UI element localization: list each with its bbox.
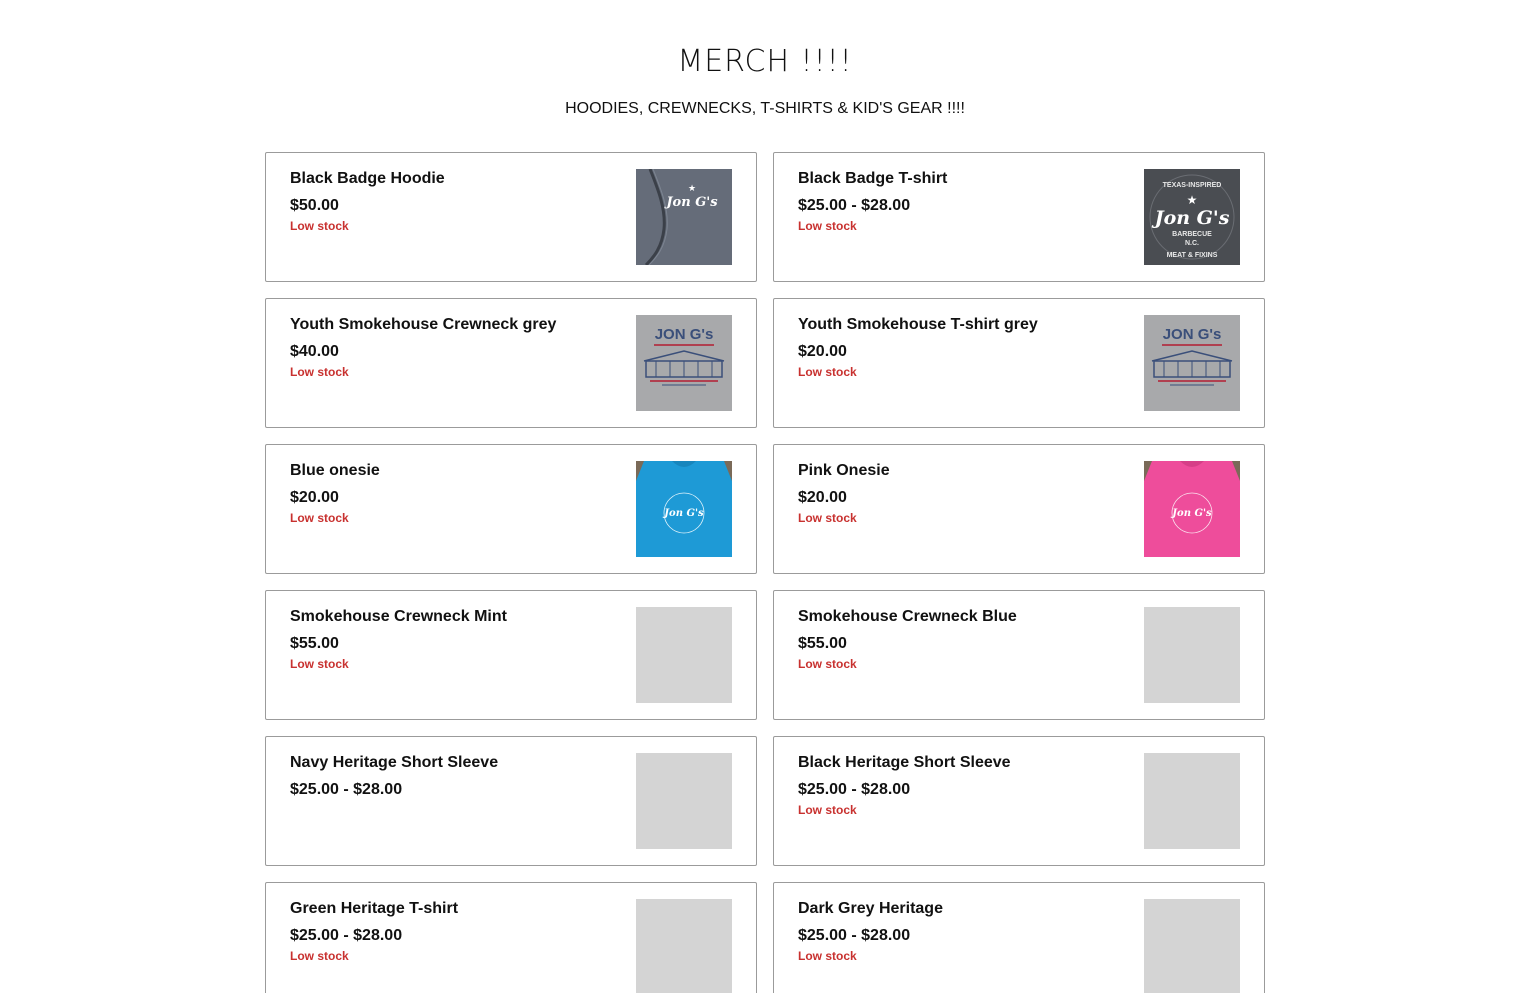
product-info: Black Badge T-shirt $25.00 - $28.00 Low … xyxy=(798,169,1138,234)
stock-badge: Low stock xyxy=(290,365,349,379)
product-card[interactable]: Dark Grey Heritage $25.00 - $28.00 Low s… xyxy=(773,882,1265,993)
product-info: Black Badge Hoodie $50.00 Low stock xyxy=(290,169,630,234)
merch-page: MERCH !!!! HOODIES, CREWNECKS, T-SHIRTS … xyxy=(0,0,1530,993)
image-placeholder[interactable] xyxy=(636,899,732,993)
product-price: $20.00 xyxy=(798,489,847,506)
product-price: $25.00 - $28.00 xyxy=(290,927,403,944)
smokehouse-print-icon: JON G's xyxy=(636,315,732,411)
stock-badge: Low stock xyxy=(798,219,857,233)
product-image[interactable]: Jon G's xyxy=(1144,461,1240,557)
product-card[interactable]: Green Heritage T-shirt $25.00 - $28.00 L… xyxy=(265,882,757,993)
product-image[interactable]: TEXAS-INSPIRED ★ Jon G's BARBECUE N.C. M… xyxy=(1144,169,1240,265)
pink-onesie-icon: Jon G's xyxy=(1144,461,1240,557)
product-price: $20.00 xyxy=(290,489,339,506)
smokehouse-print-icon: JON G's xyxy=(1144,315,1240,411)
hoodie-icon: ★ Jon G's xyxy=(636,169,732,265)
product-price: $25.00 - $28.00 xyxy=(798,927,911,944)
product-image[interactable]: ★ Jon G's xyxy=(636,169,732,265)
smokehouse-title-text: JON G's xyxy=(1163,326,1222,343)
product-price: $20.00 xyxy=(798,343,847,360)
stock-badge: Low stock xyxy=(290,219,349,233)
product-card[interactable]: Black Badge Hoodie $50.00 Low stock ★ Jo… xyxy=(265,152,757,282)
product-price: $50.00 xyxy=(290,197,339,214)
product-name: Navy Heritage Short Sleeve xyxy=(290,754,499,771)
stock-badge: Low stock xyxy=(290,949,349,963)
image-placeholder[interactable] xyxy=(636,607,732,703)
stock-badge: Low stock xyxy=(798,949,857,963)
stock-badge: Low stock xyxy=(798,365,857,379)
product-card[interactable]: Smokehouse Crewneck Mint $55.00 Low stoc… xyxy=(265,590,757,720)
product-info: Navy Heritage Short Sleeve $25.00 - $28.… xyxy=(290,753,630,802)
product-name: Smokehouse Crewneck Blue xyxy=(798,608,1017,625)
product-info: Smokehouse Crewneck Mint $55.00 Low stoc… xyxy=(290,607,630,672)
page-title: MERCH !!!! xyxy=(677,44,853,79)
product-card[interactable]: Black Badge T-shirt $25.00 - $28.00 Low … xyxy=(773,152,1265,282)
blue-onesie-icon: Jon G's xyxy=(636,461,732,557)
product-name: Black Badge Hoodie xyxy=(290,170,445,187)
logo-script-text: Jon G's xyxy=(1152,207,1230,229)
product-name: Smokehouse Crewneck Mint xyxy=(290,608,507,625)
product-card[interactable]: Blue onesie $20.00 Low stock Jon G's xyxy=(265,444,757,574)
product-card[interactable]: Pink Onesie $20.00 Low stock Jon G's xyxy=(773,444,1265,574)
product-info: Smokehouse Crewneck Blue $55.00 Low stoc… xyxy=(798,607,1138,672)
product-card[interactable]: Black Heritage Short Sleeve $25.00 - $28… xyxy=(773,736,1265,866)
product-info: Black Heritage Short Sleeve $25.00 - $28… xyxy=(798,753,1138,818)
logo-script-text: Jon G's xyxy=(662,508,704,519)
stock-badge: Low stock xyxy=(798,657,857,671)
product-price: $25.00 - $28.00 xyxy=(798,781,911,798)
product-price: $55.00 xyxy=(290,635,339,652)
stock-badge: Low stock xyxy=(798,511,857,525)
product-image[interactable]: JON G's xyxy=(1144,315,1240,411)
product-name: Black Heritage Short Sleeve xyxy=(798,754,1011,771)
product-price: $25.00 - $28.00 xyxy=(798,197,911,214)
product-info: Dark Grey Heritage $25.00 - $28.00 Low s… xyxy=(798,899,1138,964)
product-name: Youth Smokehouse Crewneck grey xyxy=(290,316,557,333)
badge-bottom-text: MEAT & FIXINS xyxy=(1167,252,1218,259)
product-price: $55.00 xyxy=(798,635,847,652)
product-name: Green Heritage T-shirt xyxy=(290,900,459,917)
svg-text:★: ★ xyxy=(1187,193,1198,207)
stock-badge: Low stock xyxy=(290,511,349,525)
logo-script-text: Jon G's xyxy=(1170,508,1212,519)
badge-tshirt-icon: TEXAS-INSPIRED ★ Jon G's BARBECUE N.C. M… xyxy=(1144,169,1240,265)
product-info: Blue onesie $20.00 Low stock xyxy=(290,461,630,526)
badge-nc-text: N.C. xyxy=(1185,240,1199,247)
badge-top-text: TEXAS-INSPIRED xyxy=(1163,182,1222,189)
product-card[interactable]: Smokehouse Crewneck Blue $55.00 Low stoc… xyxy=(773,590,1265,720)
image-placeholder[interactable] xyxy=(636,753,732,849)
product-info: Youth Smokehouse T-shirt grey $20.00 Low… xyxy=(798,315,1138,380)
svg-text:★: ★ xyxy=(688,184,696,194)
product-image[interactable]: JON G's xyxy=(636,315,732,411)
image-placeholder[interactable] xyxy=(1144,753,1240,849)
stock-badge: Low stock xyxy=(798,803,857,817)
stock-badge: Low stock xyxy=(290,657,349,671)
product-grid: Black Badge Hoodie $50.00 Low stock ★ Jo… xyxy=(265,152,1265,993)
product-image[interactable]: Jon G's xyxy=(636,461,732,557)
image-placeholder[interactable] xyxy=(1144,607,1240,703)
logo-script-text: Jon G's xyxy=(663,195,718,210)
product-name: Blue onesie xyxy=(290,462,380,479)
product-info: Youth Smokehouse Crewneck grey $40.00 Lo… xyxy=(290,315,630,380)
product-price: $25.00 - $28.00 xyxy=(290,781,403,798)
badge-mid-text: BARBECUE xyxy=(1172,231,1212,238)
product-name: Pink Onesie xyxy=(798,462,890,479)
product-info: Pink Onesie $20.00 Low stock xyxy=(798,461,1138,526)
product-info: Green Heritage T-shirt $25.00 - $28.00 L… xyxy=(290,899,630,964)
page-subtitle: HOODIES, CREWNECKS, T-SHIRTS & KID'S GEA… xyxy=(565,100,965,117)
product-card[interactable]: Youth Smokehouse T-shirt grey $20.00 Low… xyxy=(773,298,1265,428)
product-name: Black Badge T-shirt xyxy=(798,170,948,187)
product-name: Dark Grey Heritage xyxy=(798,900,943,917)
smokehouse-title-text: JON G's xyxy=(655,326,714,343)
product-card[interactable]: Navy Heritage Short Sleeve $25.00 - $28.… xyxy=(265,736,757,866)
product-card[interactable]: Youth Smokehouse Crewneck grey $40.00 Lo… xyxy=(265,298,757,428)
product-name: Youth Smokehouse T-shirt grey xyxy=(798,316,1038,333)
product-price: $40.00 xyxy=(290,343,339,360)
image-placeholder[interactable] xyxy=(1144,899,1240,993)
